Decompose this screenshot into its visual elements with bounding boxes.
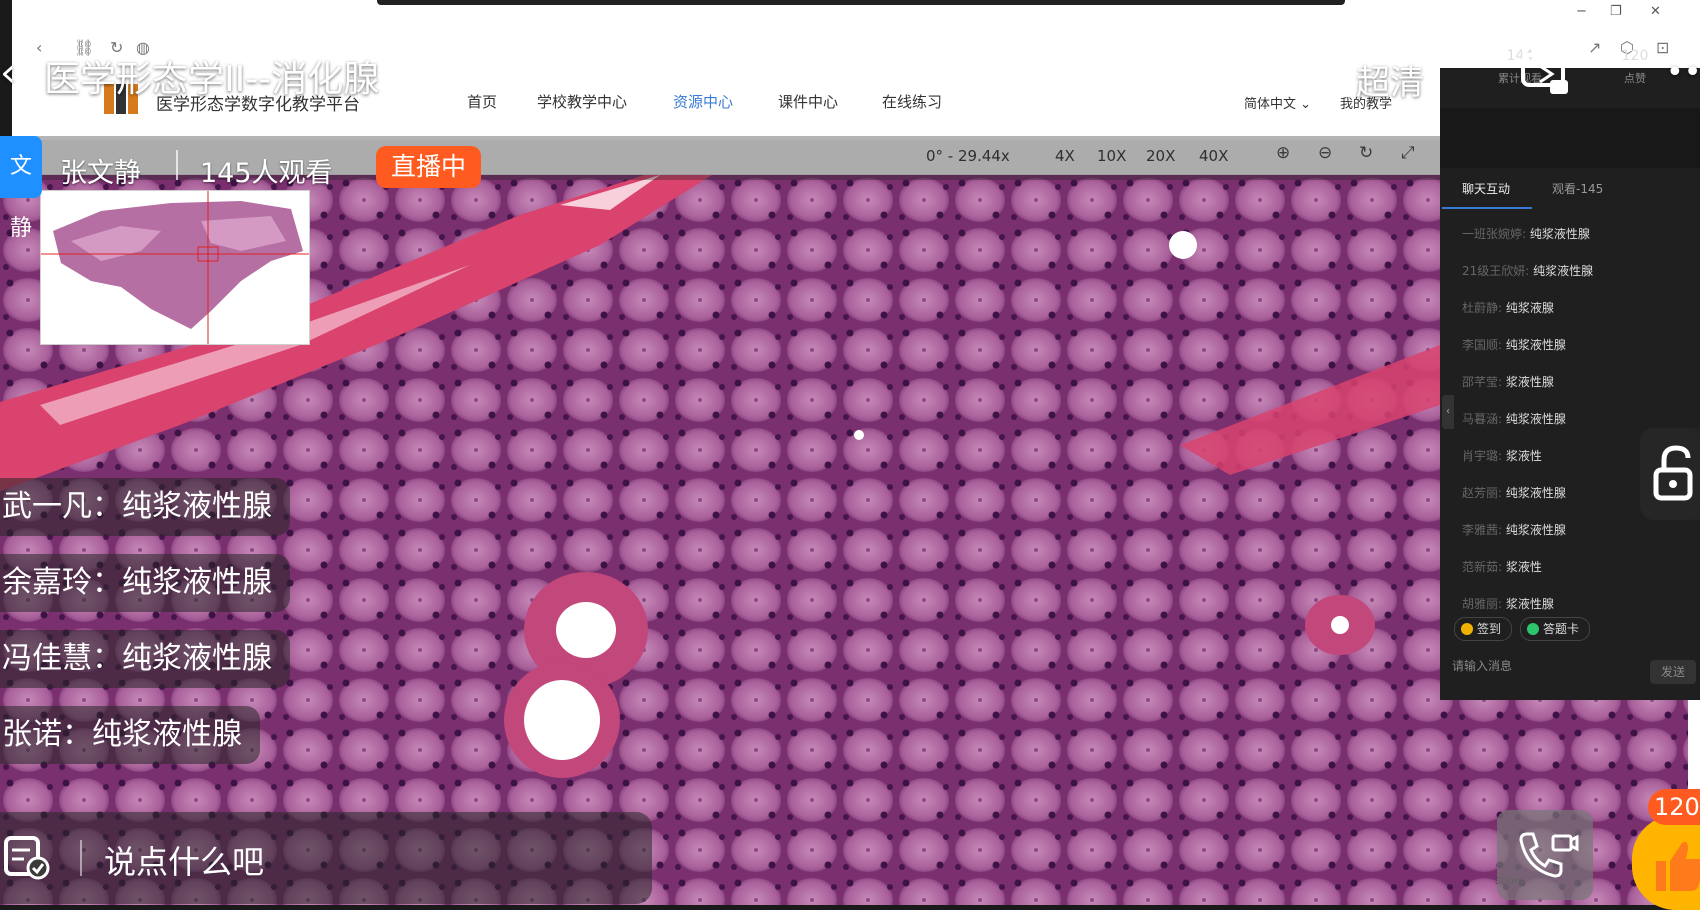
lock-icon[interactable] [1640,428,1700,520]
chat-message: 一班张婉婷: 纯浆液性腺 [1462,227,1590,241]
restore-icon[interactable]: ❐ [1610,4,1622,22]
language-select[interactable]: 简体中文 ⌄ [1244,93,1311,112]
viewer-count: 145人观看 [200,158,333,189]
nav-online-practice[interactable]: 在线练习 [882,91,942,112]
nav-school-center[interactable]: 学校教学中心 [537,91,627,112]
stats-block [1440,108,1700,168]
close-window-icon[interactable]: ✕ [1650,4,1661,22]
minimize-icon[interactable]: − [1576,4,1587,22]
collapse-panel-icon[interactable]: ‹ [1442,395,1454,429]
danmaku-comment: 武一凡：纯浆液性腺 [0,478,290,536]
chat-message: 李雅茜: 纯浆液性腺 [1462,523,1566,537]
stream-title: 医学形态学II--消化腺 [44,59,380,100]
active-tab-indicator [1442,207,1532,209]
answer-card-icon [1527,623,1539,635]
comment-input-bar[interactable] [0,812,652,904]
chat-input[interactable]: 请输入消息 [1452,657,1512,674]
checkin-icon [1461,623,1473,635]
chevron-down-icon: ⌄ [1300,97,1312,112]
chat-message: 21级王欣妍: 纯浆液性腺 [1462,264,1594,278]
host-avatar[interactable]: 文静 [0,136,42,241]
danmaku-comment: 张诺：纯浆液性腺 [0,706,260,764]
live-badge: 直播中 [376,146,481,188]
back-icon[interactable]: ‹ [0,50,16,96]
tab-viewers[interactable]: 观看-145 [1552,180,1603,197]
tab-chat[interactable]: 聊天互动 [1462,180,1510,197]
send-button[interactable]: 发送 [1650,660,1696,684]
chat-message: 李国顺: 纯浆液性腺 [1462,338,1566,352]
more-options-icon[interactable]: •• [1666,55,1700,90]
chat-message: 赵芳丽: 纯浆液性腺 [1462,486,1566,500]
danmaku-comment: 冯佳慧：纯浆液性腺 [0,630,290,688]
slide-thumbnail-navigator[interactable] [40,190,310,345]
chat-message: 肖宇璐: 浆液性 [1462,449,1542,463]
video-call-icon[interactable] [1497,810,1593,900]
chat-message: 马暮涵: 纯浆液性腺 [1462,412,1566,426]
chat-message: 邵芊莹: 浆液性腺 [1462,375,1554,389]
browser-back-icon[interactable]: ‹ [36,38,42,57]
screen-top-bar [377,0,1345,5]
host-name: 张文静 [60,158,141,189]
say-something-input[interactable]: 说点什么吧 [104,837,264,883]
likes-label: 点赞 [1624,72,1646,85]
like-count-badge: 120 [1648,789,1700,825]
nav-resource-center[interactable]: 资源中心 [673,91,733,112]
quality-button[interactable]: 超清 [1356,55,1424,104]
likes-count: 120 [1621,48,1649,64]
checkin-button[interactable]: 签到 [1454,617,1513,641]
chat-message: 胡雅丽: 浆液性腺 [1462,597,1554,611]
divider [176,150,178,180]
notes-icon[interactable] [2,834,50,880]
nav-home[interactable]: 首页 [467,91,497,112]
chat-message: 范新茹: 浆液性 [1462,560,1542,574]
cast-screen-icon[interactable] [1520,52,1572,98]
nav-courseware-center[interactable]: 课件中心 [778,91,838,112]
chat-message: 杜蔚静: 纯浆液腺 [1462,301,1554,315]
danmaku-comment: 余嘉玲：纯浆液性腺 [0,554,290,612]
answer-card-button[interactable]: 答题卡 [1520,617,1591,641]
divider [80,840,82,876]
